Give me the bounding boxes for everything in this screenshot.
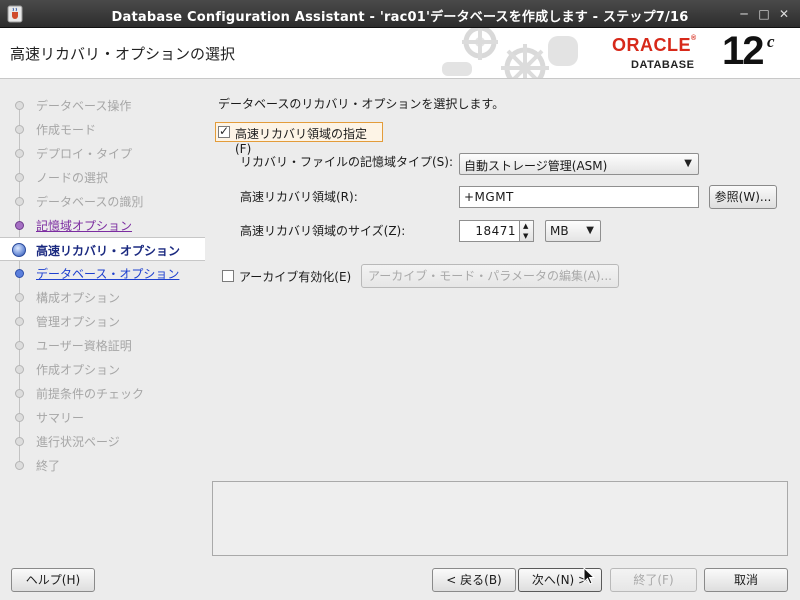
step-dot-icon — [15, 125, 24, 134]
step-label: 進行状況ページ — [36, 435, 120, 449]
version-number: 12 — [722, 29, 764, 73]
step-dot-icon — [15, 437, 24, 446]
fra-location-input[interactable]: +MGMT — [459, 186, 699, 208]
maximize-icon[interactable]: □ — [756, 6, 772, 22]
step-dot-icon — [15, 149, 24, 158]
page-title: 高速リカバリ・オプションの選択 — [10, 45, 236, 63]
fra-size-label: 高速リカバリ領域のサイズ(Z): — [240, 224, 406, 238]
steps-sidebar: データベース操作 作成モードデプロイ・タイプ ノードの選択データベースの識別 記憶域オ… — [0, 79, 205, 479]
step-item[interactable]: 高速リカバリ・オプション — [0, 237, 205, 261]
step-label: 終了 — [36, 459, 61, 473]
step-item: デプロイ・タイプ — [0, 141, 205, 165]
dropdown-arrow-icon: ▼ — [586, 225, 594, 236]
step-label: ユーザー資格証明 — [36, 339, 132, 353]
fra-size-unit-select[interactable]: MB ▼ — [545, 220, 601, 242]
fra-location-value: +MGMT — [464, 190, 514, 204]
fra-location-label: 高速リカバリ領域(R): — [240, 190, 358, 204]
main-panel: データベースのリカバリ・オプションを選択します。 高速リカバリ領域の指定(F) … — [205, 79, 800, 479]
mouse-cursor-icon — [583, 567, 595, 585]
step-dot-icon — [15, 173, 24, 182]
step-item[interactable]: 記憶域オプション — [0, 213, 205, 237]
storage-type-label: リカバリ・ファイルの記憶域タイプ(S): — [240, 155, 454, 169]
fra-checkbox[interactable]: 高速リカバリ領域の指定(F) — [215, 122, 383, 156]
step-dot-icon — [15, 221, 24, 230]
step-item: 構成オプション — [0, 285, 205, 309]
step-label: 構成オプション — [36, 291, 121, 305]
fra-size-spinner[interactable]: ▲ ▼ — [520, 220, 534, 242]
step-label: サマリー — [36, 411, 85, 425]
step-dot-icon — [15, 389, 24, 398]
step-item: 前提条件のチェック — [0, 381, 205, 405]
step-item: ノードの選択 — [0, 165, 205, 189]
storage-type-value: 自動ストレージ管理(ASM) — [464, 159, 608, 173]
step-dot-icon — [15, 197, 24, 206]
header-banner: 高速リカバリ・オプションの選択 ORACLE® DATABASE 12 c — [0, 28, 800, 79]
version-suffix: c — [767, 32, 775, 51]
step-label: ノードの選択 — [36, 171, 109, 185]
archive-params-button[interactable]: アーカイブ・モード・パラメータの編集(A)... — [361, 264, 619, 288]
fra-size-input[interactable]: 18471 — [459, 220, 520, 242]
oracle-logo: ORACLE® — [612, 35, 697, 55]
fra-size-value: 18471 — [475, 224, 516, 238]
step-item: 終了 — [0, 453, 205, 477]
window-title: Database Configuration Assistant - 'rac0… — [111, 10, 689, 25]
minimize-icon[interactable]: ─ — [736, 6, 752, 22]
step-dot-icon — [15, 341, 24, 350]
step-label: 高速リカバリ・オプション — [36, 244, 181, 258]
spin-down-icon[interactable]: ▼ — [523, 232, 528, 240]
step-dot-icon — [15, 101, 24, 110]
back-button[interactable]: < 戻る(B) — [432, 568, 516, 592]
finish-button[interactable]: 終了(F) — [610, 568, 697, 592]
step-dot-icon — [15, 269, 24, 278]
step-item: サマリー — [0, 405, 205, 429]
step-label: 作成オプション — [36, 363, 121, 377]
checkbox-unchecked-icon[interactable] — [222, 270, 234, 282]
window-titlebar[interactable]: Database Configuration Assistant - 'rac0… — [0, 0, 800, 28]
database-label: DATABASE — [631, 59, 695, 71]
intro-text: データベースのリカバリ・オプションを選択します。 — [218, 97, 505, 111]
dropdown-arrow-icon: ▼ — [684, 158, 692, 169]
step-label: 前提条件のチェック — [36, 387, 145, 401]
cancel-button[interactable]: 取消 — [704, 568, 788, 592]
checkbox-checked-icon[interactable] — [218, 124, 230, 138]
help-button[interactable]: ヘルプ(H) — [11, 568, 95, 592]
close-icon[interactable]: ✕ — [776, 6, 792, 22]
archive-checkbox-label: アーカイブ有効化(E) — [239, 270, 352, 284]
step-label: データベース・オプション — [36, 267, 180, 281]
step-dot-icon — [15, 461, 24, 470]
step-label: 管理オプション — [36, 315, 121, 329]
step-item: 作成モード — [0, 117, 205, 141]
step-label: データベースの識別 — [36, 195, 144, 209]
message-pane — [212, 481, 788, 556]
step-item: 作成オプション — [0, 357, 205, 381]
step-label: データベース操作 — [36, 99, 132, 113]
step-item: 管理オプション — [0, 309, 205, 333]
step-item: データベース操作 — [0, 93, 205, 117]
fra-checkbox-label: 高速リカバリ領域の指定(F) — [235, 127, 368, 156]
step-dot-icon — [15, 413, 24, 422]
step-dot-icon — [15, 293, 24, 302]
step-label: デプロイ・タイプ — [36, 147, 133, 161]
step-item: ユーザー資格証明 — [0, 333, 205, 357]
step-item: データベースの識別 — [0, 189, 205, 213]
fra-size-unit-value: MB — [550, 224, 569, 238]
step-dot-icon — [15, 365, 24, 374]
step-item[interactable]: データベース・オプション — [0, 261, 205, 285]
step-item: 進行状況ページ — [0, 429, 205, 453]
gears-decoration-icon — [442, 28, 578, 78]
step-dot-icon — [12, 243, 26, 257]
storage-type-select[interactable]: 自動ストレージ管理(ASM) ▼ — [459, 153, 699, 175]
step-label: 作成モード — [36, 123, 97, 137]
spin-up-icon[interactable]: ▲ — [523, 222, 528, 230]
step-dot-icon — [15, 317, 24, 326]
browse-button[interactable]: 参照(W)... — [709, 185, 777, 209]
step-label: 記憶域オプション — [36, 219, 133, 233]
